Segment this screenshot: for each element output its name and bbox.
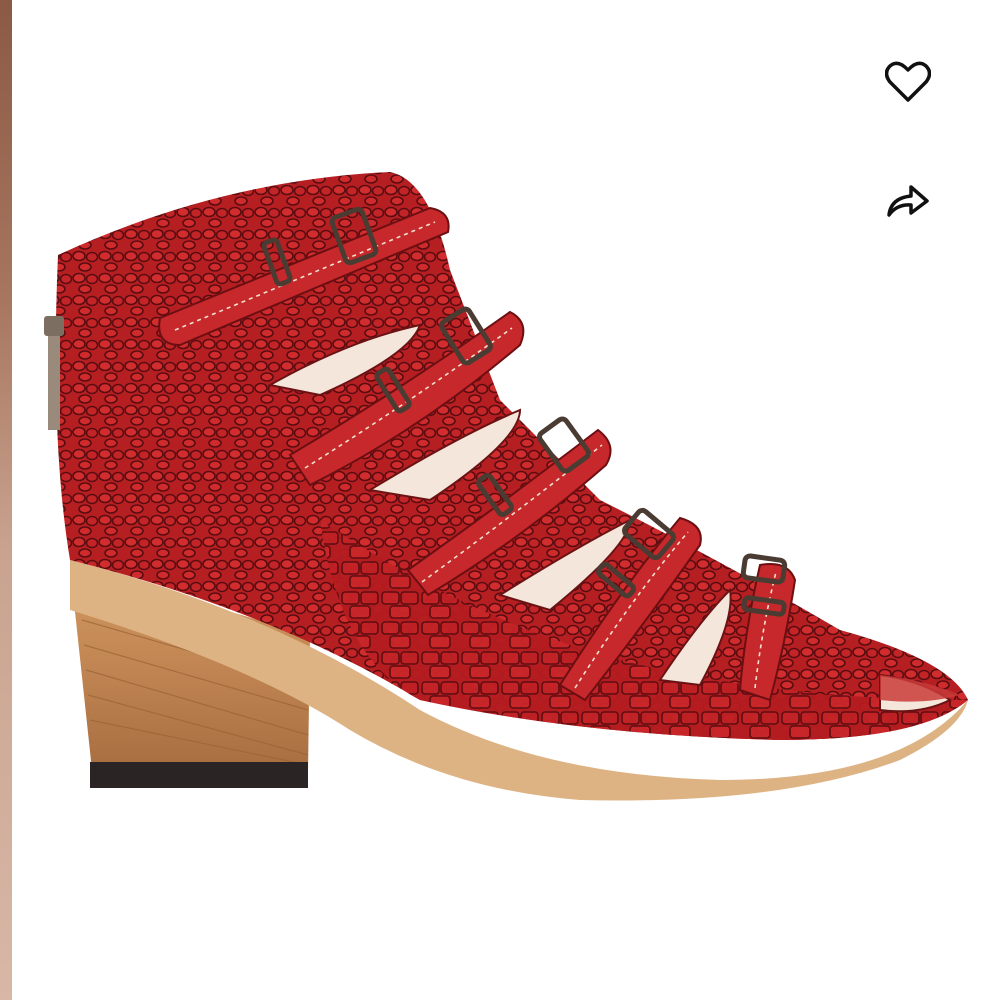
heel-tip [90, 762, 308, 788]
share-button[interactable] [880, 172, 936, 228]
favorite-button[interactable] [880, 54, 936, 110]
sandal-illustration [44, 172, 968, 801]
product-image [20, 140, 980, 840]
heart-outline-icon [885, 61, 931, 102]
adjacent-image-edge [0, 0, 12, 1000]
share-arrow-icon [887, 185, 929, 217]
